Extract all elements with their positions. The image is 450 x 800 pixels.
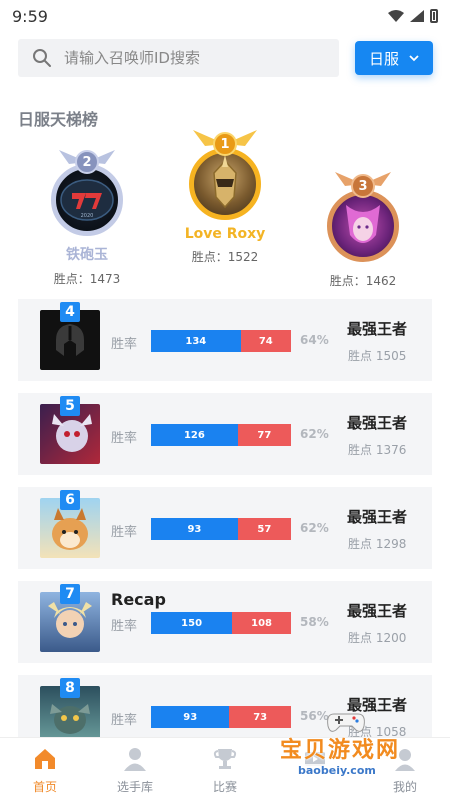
winrate-label: 胜率 bbox=[111, 525, 138, 540]
ladder-row-5[interactable]: 5 胜率 126 77 62% 最强王者 胜点 1376 bbox=[18, 393, 432, 475]
winrate-label: 胜率 bbox=[111, 713, 138, 728]
player-name: Recap bbox=[111, 590, 166, 609]
server-select-button[interactable]: 日服 bbox=[355, 41, 433, 75]
podium-first[interactable]: 1 Love Roxy 胜点：1522 bbox=[180, 122, 270, 265]
avatar bbox=[189, 148, 261, 220]
podium-third[interactable]: 3 胜点：1462 bbox=[318, 166, 408, 289]
tab-label: 比赛 bbox=[212, 780, 237, 794]
player-points: 胜点：1522 bbox=[191, 250, 259, 264]
winloss-bar: 93 73 bbox=[151, 706, 291, 728]
winrate-label: 胜率 bbox=[111, 619, 138, 634]
avatar bbox=[327, 190, 399, 262]
tier-label: 最强王者 bbox=[347, 508, 408, 526]
winrate-label: 胜率 bbox=[111, 337, 138, 352]
wins-segment: 150 bbox=[151, 612, 233, 634]
battery-icon bbox=[430, 9, 438, 23]
champion-portrait-icon bbox=[346, 205, 380, 243]
svg-text:2020: 2020 bbox=[81, 213, 94, 219]
tab-home[interactable]: 首页 bbox=[0, 738, 90, 800]
winrate-percent: 58% bbox=[300, 615, 329, 629]
watermark: 宝贝游戏网 baobeiy.com bbox=[280, 698, 450, 790]
status-time: 9:59 bbox=[12, 6, 48, 26]
winrate-percent: 62% bbox=[300, 427, 329, 441]
wins-segment: 126 bbox=[151, 424, 238, 446]
wifi-icon bbox=[388, 10, 404, 22]
player-points: 胜点 1376 bbox=[348, 443, 407, 457]
winloss-bar: 93 57 bbox=[151, 518, 291, 540]
ladder-row-6[interactable]: 6 胜率 93 57 62% 最强王者 胜点 1298 bbox=[18, 487, 432, 569]
gamepad-icon bbox=[327, 713, 365, 732]
winloss-bar: 134 74 bbox=[151, 330, 291, 352]
rank-badge: 7 bbox=[60, 584, 80, 604]
winrate-percent: 64% bbox=[300, 333, 329, 347]
losses-segment: 108 bbox=[232, 612, 291, 634]
team-logo-icon: 2020 bbox=[60, 179, 114, 221]
tab-label: 首页 bbox=[32, 780, 57, 794]
tier-label: 最强王者 bbox=[347, 414, 408, 432]
watermark-text: 宝贝游戏网 bbox=[280, 738, 401, 763]
search-box[interactable] bbox=[18, 39, 339, 77]
home-icon bbox=[35, 749, 55, 769]
player-points: 胜点 1505 bbox=[348, 349, 407, 363]
person-icon bbox=[124, 748, 146, 771]
tab-matches[interactable]: 比赛 bbox=[180, 738, 270, 800]
rank-badge: 8 bbox=[60, 678, 80, 698]
player-points: 胜点：1473 bbox=[53, 272, 121, 286]
losses-segment: 77 bbox=[237, 424, 291, 446]
winrate-percent: 62% bbox=[300, 521, 329, 535]
winloss-bar: 126 77 bbox=[151, 424, 291, 446]
wins-segment: 134 bbox=[151, 330, 241, 352]
tier-label: 最强王者 bbox=[347, 320, 408, 338]
tier-label: 最强王者 bbox=[347, 602, 408, 620]
player-name: Love Roxy bbox=[184, 226, 266, 242]
rank-badge: 1 bbox=[213, 132, 237, 156]
wins-segment: 93 bbox=[151, 518, 238, 540]
chevron-down-icon bbox=[409, 54, 419, 61]
rank-badge: 4 bbox=[60, 302, 80, 322]
status-icons bbox=[388, 9, 438, 23]
losses-segment: 74 bbox=[240, 330, 291, 352]
rank-badge: 2 bbox=[75, 150, 99, 174]
player-name: 铁砲玉 bbox=[66, 247, 108, 263]
signal-icon bbox=[410, 10, 424, 22]
watermark-url: baobeiy.com bbox=[294, 764, 380, 777]
wins-segment: 93 bbox=[151, 706, 230, 728]
search-icon bbox=[33, 49, 51, 67]
player-points: 胜点 1298 bbox=[348, 537, 407, 551]
champion-portrait-icon bbox=[213, 155, 237, 209]
search-input[interactable] bbox=[64, 49, 304, 67]
ladder-row-4[interactable]: 4 胜率 134 74 64% 最强王者 胜点 1505 bbox=[18, 299, 432, 381]
podium-second[interactable]: 2 2020 铁砲玉 胜点：1473 bbox=[42, 140, 132, 287]
winloss-bar: 150 108 bbox=[151, 612, 291, 634]
player-points: 胜点：1462 bbox=[329, 274, 397, 288]
tab-label: 选手库 bbox=[116, 780, 153, 794]
avatar: 2020 bbox=[51, 164, 123, 236]
winrate-label: 胜率 bbox=[111, 431, 138, 446]
section-title: 日服天梯榜 bbox=[18, 110, 99, 129]
rank-badge: 5 bbox=[60, 396, 80, 416]
tab-players[interactable]: 选手库 bbox=[90, 738, 180, 800]
rank-badge: 3 bbox=[351, 174, 375, 198]
ladder-row-7[interactable]: 7 Recap 胜率 150 108 58% 最强王者 胜点 1200 bbox=[18, 581, 432, 663]
server-select-label: 日服 bbox=[368, 49, 399, 68]
rank-badge: 6 bbox=[60, 490, 80, 510]
status-bar: 9:59 bbox=[0, 0, 450, 32]
player-points: 胜点 1200 bbox=[348, 631, 407, 645]
trophy-icon bbox=[213, 749, 237, 769]
losses-segment: 57 bbox=[237, 518, 291, 540]
